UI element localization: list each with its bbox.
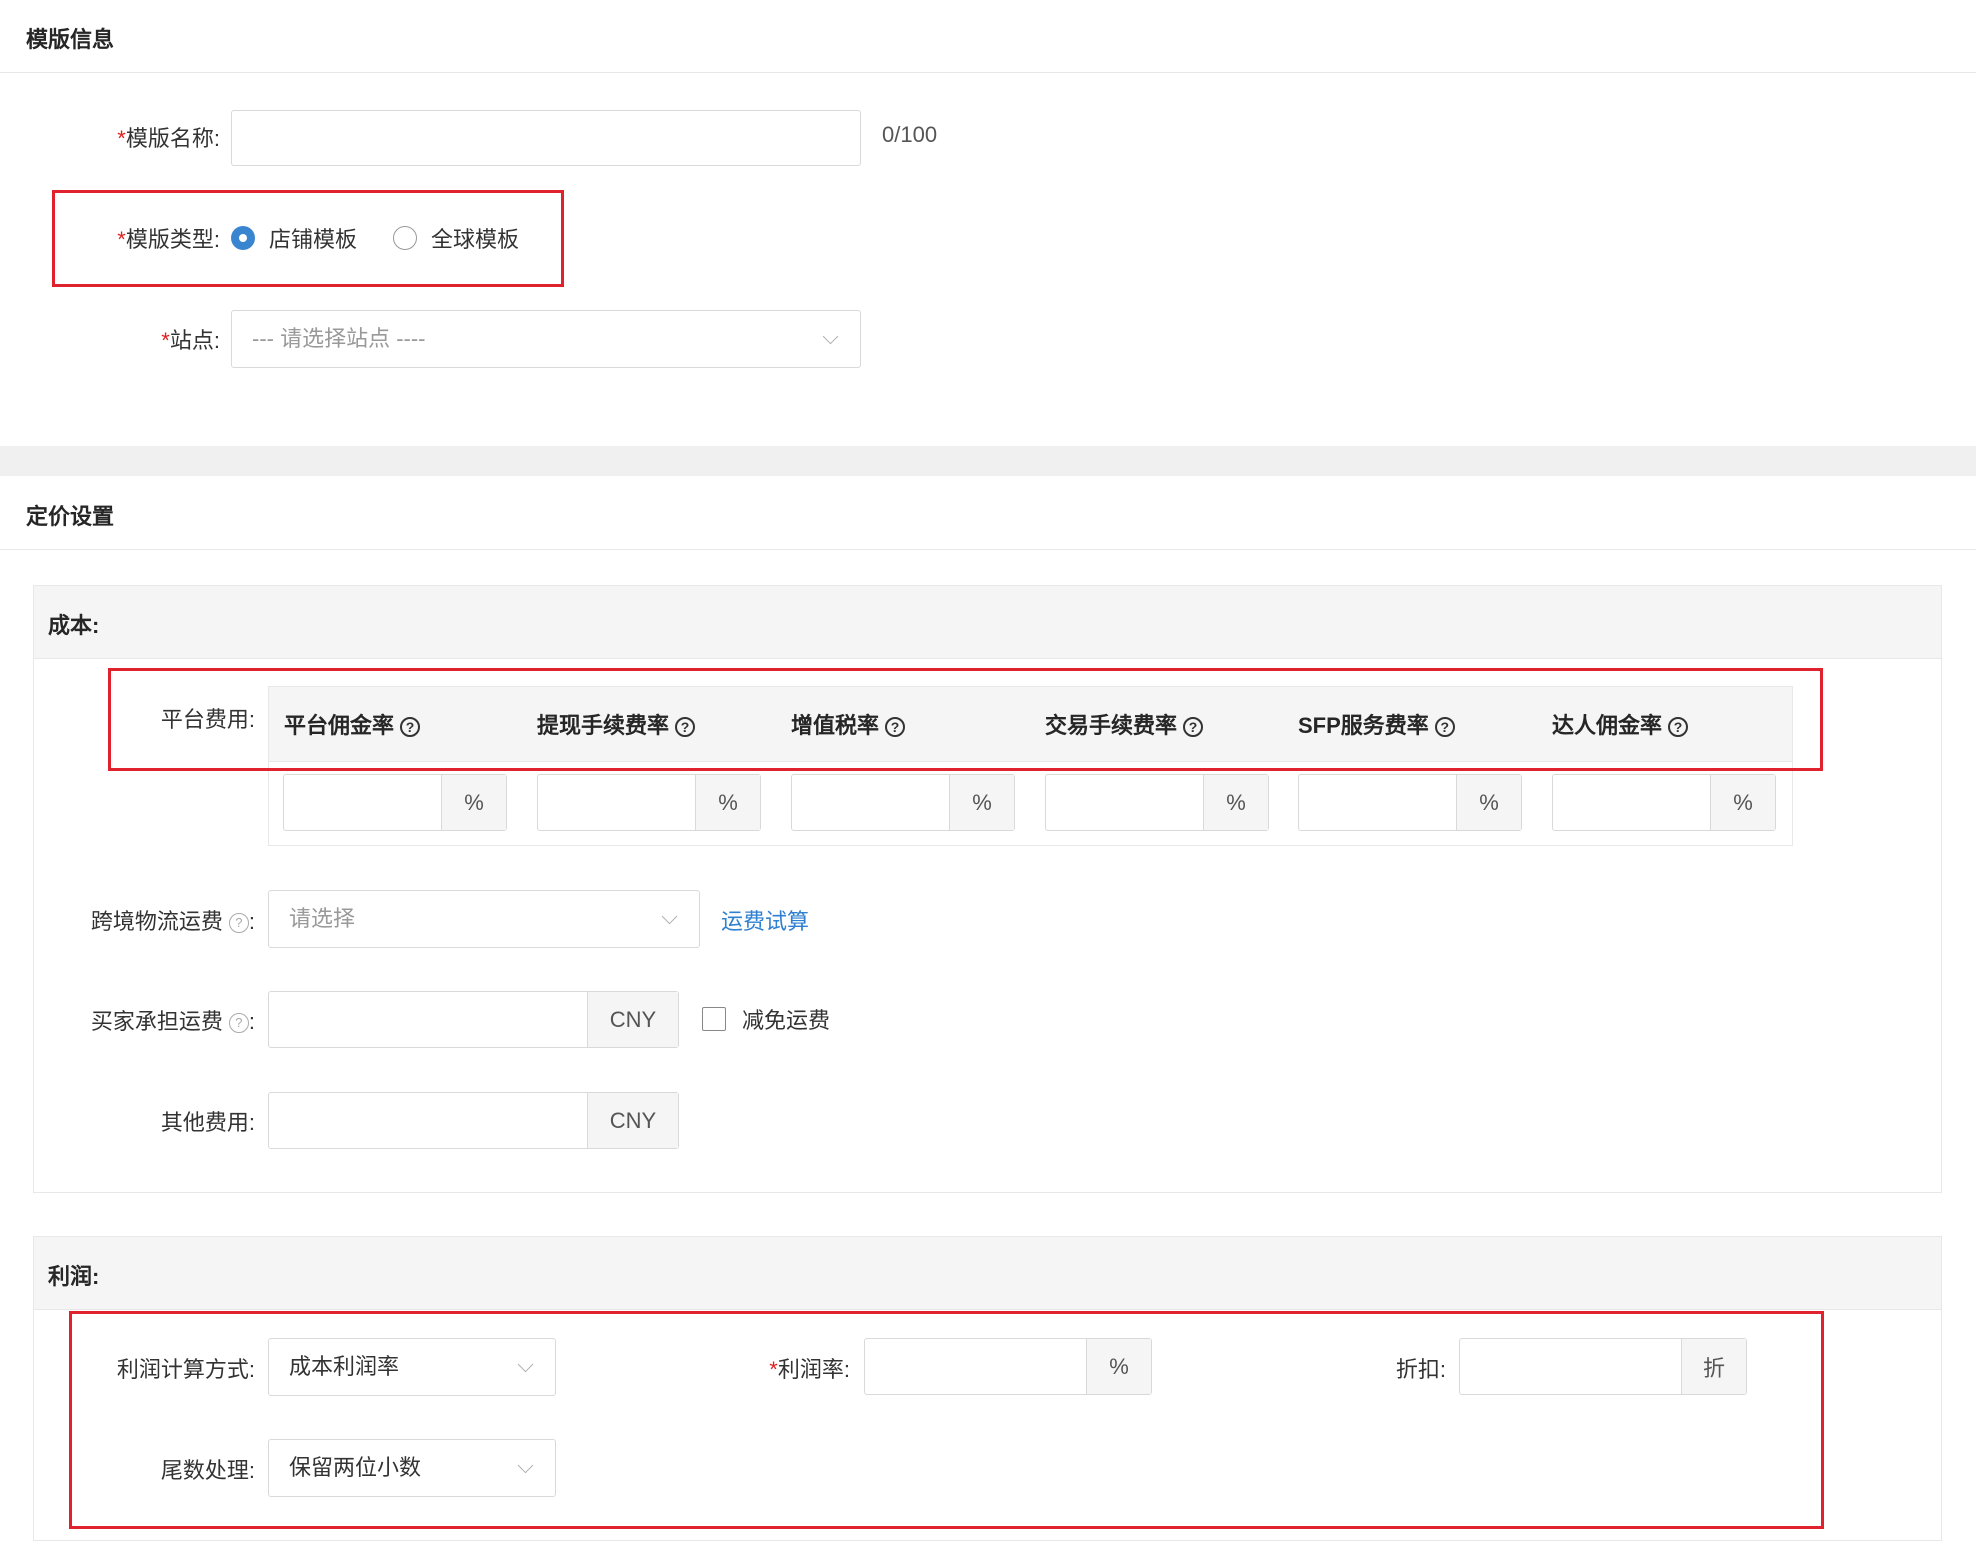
- profit-method-select[interactable]: 成本利润率: [268, 1338, 556, 1396]
- site-select-placeholder: --- 请选择站点 ----: [252, 326, 426, 351]
- chevron-down-icon: [822, 328, 839, 345]
- radio-shop-template-label: 店铺模板: [269, 227, 358, 252]
- other-fee-input[interactable]: CNY: [268, 1092, 679, 1149]
- radio-global-template[interactable]: 全球模板: [393, 220, 519, 256]
- percent-addon: %: [695, 775, 760, 830]
- profit-method-value: 成本利润率: [289, 1354, 400, 1379]
- chevron-down-icon: [661, 908, 678, 925]
- fee-col-header: 平台佣金率?: [284, 708, 421, 740]
- fee-col-header: 交易手续费率?: [1045, 708, 1204, 740]
- radio-global-template-label: 全球模板: [431, 227, 520, 252]
- discount-label: 折扣:: [1395, 1357, 1446, 1382]
- currency-addon: CNY: [587, 992, 678, 1047]
- fee-col-header: SFP服务费率?: [1298, 708, 1455, 740]
- radio-selected-icon: [231, 226, 255, 250]
- fee-col-header: 达人佣金率?: [1552, 708, 1689, 740]
- template-name-input[interactable]: [231, 110, 861, 166]
- buyer-shipping-input[interactable]: CNY: [268, 991, 679, 1048]
- percent-addon: %: [949, 775, 1014, 830]
- fee-col-header: 提现手续费率?: [537, 708, 696, 740]
- name-char-counter: 0/100: [882, 122, 938, 147]
- currency-addon: CNY: [587, 1093, 678, 1148]
- cost-panel-title: 成本:: [48, 613, 100, 638]
- template-name-label: *模版名称:: [117, 126, 220, 151]
- profit-rate-label: *利润率:: [769, 1357, 850, 1382]
- fee-rate-input[interactable]: %: [1298, 774, 1522, 831]
- shipping-label: 跨境物流运费?:: [90, 909, 255, 934]
- section-separator: [0, 446, 1976, 476]
- help-icon[interactable]: ?: [675, 717, 696, 738]
- template-type-label: *模版类型:: [117, 227, 220, 252]
- discount-addon: 折: [1681, 1339, 1746, 1394]
- section-title-pricing: 定价设置: [26, 504, 115, 529]
- help-icon[interactable]: ?: [1183, 717, 1204, 738]
- chevron-down-icon: [517, 1356, 534, 1373]
- help-icon[interactable]: ?: [400, 717, 421, 738]
- site-label: *站点:: [161, 328, 220, 353]
- profit-panel-title: 利润:: [48, 1264, 100, 1289]
- percent-addon: %: [1086, 1339, 1151, 1394]
- chevron-down-icon: [517, 1457, 534, 1474]
- help-icon[interactable]: ?: [228, 913, 249, 934]
- percent-addon: %: [1203, 775, 1268, 830]
- shipping-select-placeholder: 请选择: [289, 906, 356, 931]
- help-icon[interactable]: ?: [228, 1013, 249, 1034]
- radio-shop-template[interactable]: 店铺模板: [231, 220, 357, 256]
- help-icon[interactable]: ?: [1434, 717, 1455, 738]
- free-shipping-checkbox[interactable]: 减免运费: [702, 1004, 830, 1034]
- fee-col-header: 增值税率?: [791, 708, 906, 740]
- rounding-label: 尾数处理:: [160, 1458, 255, 1483]
- profit-method-label: 利润计算方式:: [116, 1357, 255, 1382]
- free-shipping-label: 减免运费: [742, 1008, 831, 1033]
- section-title-template-info: 模版信息: [26, 27, 115, 52]
- help-icon[interactable]: ?: [1668, 717, 1689, 738]
- other-fee-label: 其他费用:: [160, 1110, 255, 1135]
- shipping-select[interactable]: 请选择: [268, 890, 700, 948]
- rounding-select[interactable]: 保留两位小数: [268, 1439, 556, 1497]
- shipping-calc-link[interactable]: 运费试算: [721, 904, 809, 936]
- help-icon[interactable]: ?: [885, 717, 906, 738]
- percent-addon: %: [1710, 775, 1775, 830]
- cost-panel-header: 成本:: [34, 586, 1941, 659]
- platform-fee-label: 平台费用:: [160, 707, 255, 732]
- percent-addon: %: [441, 775, 506, 830]
- fee-rate-input[interactable]: %: [283, 774, 507, 831]
- percent-addon: %: [1456, 775, 1521, 830]
- checkbox-icon: [702, 1007, 726, 1031]
- discount-input[interactable]: 折: [1459, 1338, 1747, 1395]
- divider: [0, 72, 1976, 73]
- divider: [0, 549, 1976, 550]
- fee-rate-input[interactable]: %: [791, 774, 1015, 831]
- rounding-value: 保留两位小数: [289, 1455, 422, 1480]
- site-select[interactable]: --- 请选择站点 ----: [231, 310, 861, 368]
- profit-rate-input[interactable]: %: [864, 1338, 1152, 1395]
- fee-rate-input[interactable]: %: [537, 774, 761, 831]
- fee-rate-input[interactable]: %: [1552, 774, 1776, 831]
- radio-unselected-icon: [393, 226, 417, 250]
- profit-panel-header: 利润:: [34, 1237, 1941, 1310]
- fee-rate-input[interactable]: %: [1045, 774, 1269, 831]
- buyer-shipping-label: 买家承担运费?:: [90, 1009, 255, 1034]
